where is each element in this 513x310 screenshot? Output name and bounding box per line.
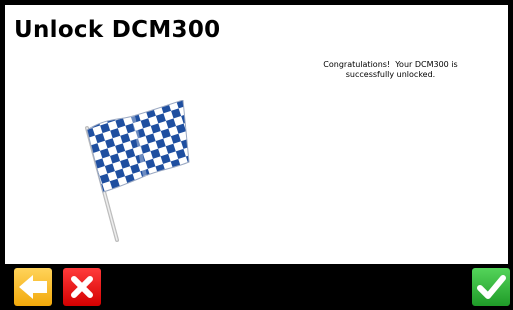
close-icon <box>71 276 93 298</box>
success-message: Congratulations! Your DCM300 is successf… <box>288 60 493 80</box>
cancel-button[interactable] <box>63 268 101 306</box>
success-message-line-2: successfully unlocked. <box>345 70 436 79</box>
checkmark-icon <box>477 275 506 299</box>
checkered-flag-icon <box>75 99 205 250</box>
dialog-screen: Unlock DCM300 Congratulations! Your DCM3… <box>0 0 513 310</box>
success-message-line-1: Congratulations! Your DCM300 is <box>323 60 458 69</box>
confirm-button[interactable] <box>472 268 510 306</box>
arrow-left-icon <box>19 275 47 299</box>
back-button[interactable] <box>14 268 52 306</box>
content-panel: Unlock DCM300 Congratulations! Your DCM3… <box>5 5 508 264</box>
page-title: Unlock DCM300 <box>14 17 221 43</box>
